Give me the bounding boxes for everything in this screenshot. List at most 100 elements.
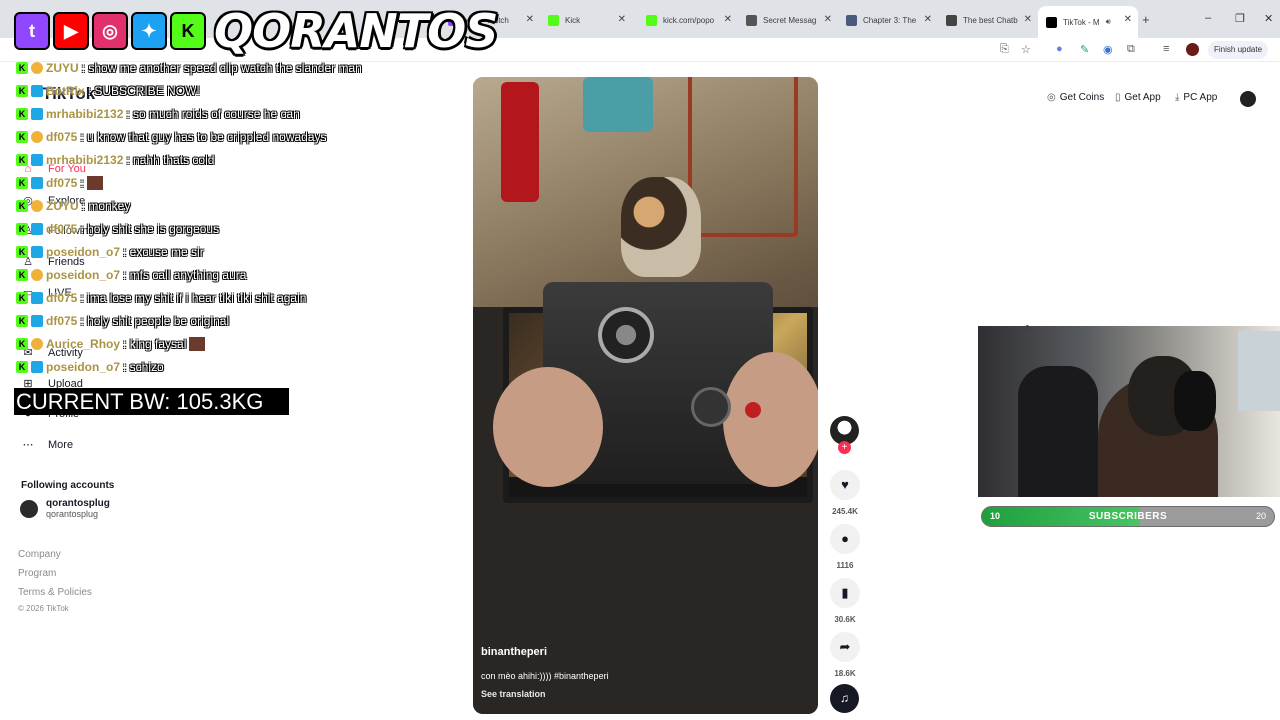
close-icon[interactable]: ✕ <box>724 14 732 25</box>
chat-badge-icon <box>31 361 43 373</box>
tiktok-profile-avatar[interactable] <box>1240 91 1256 107</box>
tab-label: kick.com/popo <box>663 15 715 25</box>
avatar <box>20 500 38 518</box>
close-icon[interactable]: ✕ <box>526 14 534 25</box>
close-window-icon[interactable]: ✕ <box>1264 12 1273 25</box>
music-disc-icon[interactable]: ♫ <box>830 684 859 713</box>
extensions-puzzle-icon[interactable]: ⧉ <box>1127 43 1135 56</box>
chat-text: : nahh thats cold <box>126 153 215 167</box>
chat-message: Kmrhabibi2132: so much roids of course h… <box>16 106 300 122</box>
video-caption: con mèo ahihi:)))) #binantheperi <box>481 671 609 681</box>
close-icon[interactable]: ✕ <box>618 14 626 25</box>
chat-badge-icon <box>31 154 43 166</box>
tiktok-favicon-icon <box>1046 16 1057 28</box>
chat-message: Kposeidon_o7: schizo <box>16 359 164 375</box>
share-button[interactable]: ➦ 18.6K <box>828 632 862 678</box>
bookmark-star-icon[interactable]: ☆ <box>1021 43 1031 56</box>
restore-icon[interactable]: ❐ <box>1235 12 1245 25</box>
video-scene-bottle <box>501 82 539 202</box>
profile-avatar[interactable] <box>1186 43 1199 56</box>
close-icon[interactable]: ✕ <box>1124 14 1132 25</box>
pc-app-button[interactable]: ⤓ PC App <box>1175 92 1217 103</box>
footer-link-terms[interactable]: Terms & Policies <box>18 587 92 598</box>
hand-left <box>493 367 603 487</box>
chat-text: : show me another speed clip watch the s… <box>81 61 362 75</box>
subscriber-goal-bar: 10 SUBSCRIBERS 20 <box>981 506 1275 527</box>
extension-icon[interactable]: ◉ <box>1103 43 1113 56</box>
chat-text: : king faysal <box>123 337 187 351</box>
kick-badge-icon: K <box>16 131 28 143</box>
new-tab-icon[interactable]: + <box>1142 12 1150 27</box>
tab-label: The best Chatb <box>963 15 1018 25</box>
video-author[interactable]: binantheperi <box>481 646 547 658</box>
kick-favicon-icon <box>548 14 559 26</box>
kick-badge-icon: K <box>16 85 28 97</box>
tab-kick-popo[interactable]: kick.com/popo ✕ <box>638 8 738 32</box>
close-icon[interactable]: ✕ <box>1024 14 1032 25</box>
goal-label: SUBSCRIBERS <box>1088 511 1168 522</box>
heart-icon: ♥ <box>830 470 860 500</box>
comment-button[interactable]: ● 1116 <box>828 524 862 570</box>
finish-update-button[interactable]: Finish update <box>1208 41 1269 59</box>
more-icon: ⋯ <box>22 439 34 451</box>
save-button[interactable]: ▮ 30.6K <box>828 578 862 624</box>
chat-username: ZUYU <box>46 61 79 75</box>
extension-icon[interactable]: ● <box>1056 43 1063 55</box>
tab-tiktok[interactable]: TikTok - M 🔊︎ ✕ <box>1038 6 1138 38</box>
chat-message: Kdf075: ima lose my shit if i hear tiki … <box>16 290 306 306</box>
get-app-button[interactable]: ▯ Get App <box>1115 92 1161 103</box>
extension-icon[interactable]: ✎ <box>1080 43 1089 56</box>
comment-icon: ● <box>830 524 860 554</box>
media-controls-icon[interactable]: ≡ <box>1163 43 1169 55</box>
chat-message: K ZUYU: monkey <box>16 198 130 214</box>
kick-badge-icon: K <box>16 292 28 304</box>
install-icon[interactable]: ⎘ <box>1000 43 1009 56</box>
tab-label: Kick <box>565 15 581 25</box>
chat-text: : mfs call anything aura <box>123 268 247 282</box>
account-display-name: qorantosplug <box>46 498 110 509</box>
tab-chatbot[interactable]: The best Chatb ✕ <box>938 8 1038 32</box>
following-accounts-heading: Following accounts <box>21 480 115 491</box>
get-coins-label: Get Coins <box>1059 92 1105 103</box>
camera-record-button <box>745 402 761 418</box>
get-coins-button[interactable]: ◎ Get Coins <box>1047 92 1104 103</box>
chat-username: df075 <box>46 222 78 236</box>
follow-plus-icon[interactable]: + <box>838 441 851 454</box>
get-app-label: Get App <box>1124 92 1161 103</box>
chat-text: : holy shit she is gorgeous <box>80 222 220 236</box>
tab-kick[interactable]: Kick ✕ <box>540 8 632 32</box>
chat-message: Kposeidon_o7: mfs call anything aura <box>16 267 246 283</box>
bookmark-icon: ▮ <box>830 578 860 608</box>
close-icon[interactable]: ✕ <box>924 14 932 25</box>
camera-lens <box>598 307 654 363</box>
see-translation-link[interactable]: See translation <box>481 689 546 699</box>
chat-text: : ima lose my shit if i hear tiki tiki s… <box>80 291 307 305</box>
footer-link-company[interactable]: Company <box>18 549 61 560</box>
camera-knob <box>691 387 731 427</box>
chat-text: : <box>80 176 84 190</box>
minimize-icon[interactable]: – <box>1205 12 1211 24</box>
chat-message: Kmrhabibi2132: nahh thats cold <box>16 152 214 168</box>
video-player[interactable]: binantheperi con mèo ahihi:)))) #binanth… <box>473 77 818 714</box>
kick-badge-icon: K <box>16 177 28 189</box>
chat-text: : monkey <box>81 199 131 213</box>
tab-chapter[interactable]: Chapter 3: The ✕ <box>838 8 938 32</box>
chat-username: poseidon_o7 <box>46 245 121 259</box>
following-account-item[interactable]: qorantosplug qorantosplug <box>20 498 110 520</box>
youtube-logo-icon: ▶ <box>53 12 89 50</box>
twitch-logo-icon: t <box>14 12 50 50</box>
tab-secret-message[interactable]: Secret Messag ✕ <box>738 8 838 32</box>
chat-username: df075 <box>46 176 78 190</box>
kick-badge-icon: K <box>16 246 28 258</box>
chat-message: Kdf075: <box>16 175 103 191</box>
sidebar-item-more[interactable]: ⋯ More <box>20 438 74 452</box>
like-button[interactable]: ♥ 245.4K <box>828 470 862 516</box>
close-icon[interactable]: ✕ <box>824 14 832 25</box>
tab-label: Chapter 3: The <box>863 15 917 25</box>
speaker-icon[interactable]: 🔊︎ <box>1106 17 1111 27</box>
kick-logo-icon: K <box>170 12 206 50</box>
footer-link-program[interactable]: Program <box>18 568 56 579</box>
kick-badge-icon: K <box>16 269 28 281</box>
chat-badge-icon <box>31 246 43 258</box>
mouse-cursor-icon: ↖ <box>1025 323 1032 332</box>
